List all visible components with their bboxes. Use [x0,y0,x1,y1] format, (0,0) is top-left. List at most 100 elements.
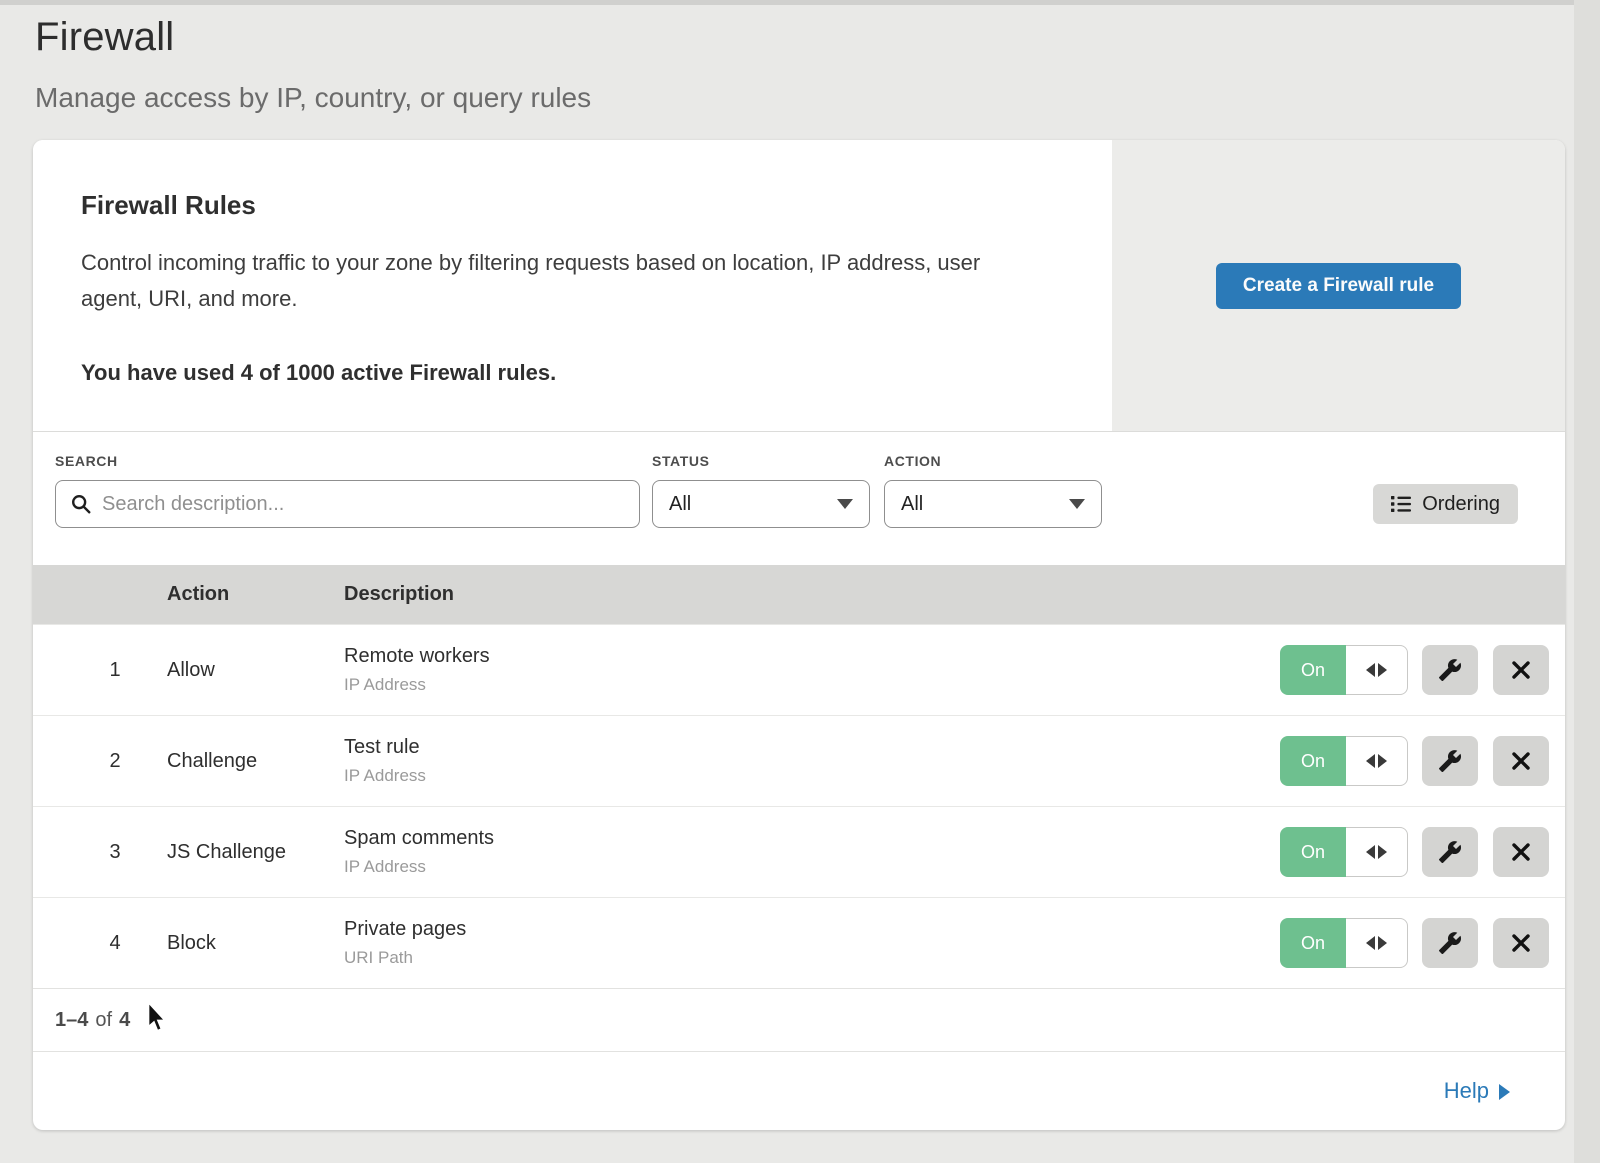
toggle-handle[interactable] [1346,736,1408,786]
table-row: 1 Allow Remote workers IP Address On [33,624,1565,715]
toggle-right-arrow-icon [1378,845,1387,859]
list-ordering-icon [1391,495,1411,513]
toggle-on-label: On [1280,918,1346,968]
toggle-handle[interactable] [1346,918,1408,968]
pagination-bar: 1–4 of 4 [33,988,1565,1051]
wrench-icon [1438,931,1462,955]
table-row: 3 JS Challenge Spam comments IP Address … [33,806,1565,897]
action-label: ACTION [884,453,1102,469]
card-header-text: Firewall Rules Control incoming traffic … [33,140,1112,431]
delete-rule-button[interactable] [1493,645,1549,695]
description-column-header: Description [344,583,1565,606]
rule-enabled-toggle[interactable]: On [1280,645,1408,695]
rule-priority: 2 [33,750,167,773]
page-subtitle: Manage access by IP, country, or query r… [35,82,1565,114]
rule-priority: 3 [33,841,167,864]
card-description: Control incoming traffic to your zone by… [81,245,1041,318]
chevron-down-icon [1069,499,1085,509]
action-select[interactable]: All [884,480,1102,528]
page-title: Firewall [35,15,1565,60]
pagination-total: 4 [119,1009,130,1032]
rule-match-type: IP Address [344,675,1280,695]
close-icon [1510,750,1532,772]
toggle-on-label: On [1280,736,1346,786]
rule-description-title: Spam comments [344,827,1280,850]
rule-priority: 1 [33,659,167,682]
status-select[interactable]: All [652,480,870,528]
ordering-wrap: Ordering [1373,484,1518,524]
table-row: 2 Challenge Test rule IP Address On [33,715,1565,806]
usage-summary: You have used 4 of 1000 active Firewall … [81,360,1052,386]
page-header: Firewall Manage access by IP, country, o… [33,5,1565,114]
toggle-right-arrow-icon [1378,663,1387,677]
toggle-left-arrow-icon [1366,845,1375,859]
edit-rule-button[interactable] [1422,827,1478,877]
status-filter-group: STATUS All [652,453,870,528]
rule-action: Allow [167,659,344,682]
rule-enabled-toggle[interactable]: On [1280,736,1408,786]
right-triangle-icon [1499,1084,1510,1100]
rule-description-title: Test rule [344,736,1280,759]
table-header: Action Description [33,565,1565,624]
search-icon [70,493,92,515]
firewall-page: Firewall Manage access by IP, country, o… [33,5,1565,1130]
search-filter-group: SEARCH [55,453,640,528]
toggle-on-label: On [1280,645,1346,695]
action-column-header: Action [167,583,344,606]
toggle-handle[interactable] [1346,827,1408,877]
pagination-of-label: of [95,1009,112,1032]
rule-description-cell: Remote workers IP Address [344,645,1280,695]
card-footer: Help [33,1051,1565,1130]
rule-action: Block [167,932,344,955]
toggle-handle[interactable] [1346,645,1408,695]
rule-action: Challenge [167,750,344,773]
status-selected-value: All [669,493,691,516]
search-label: SEARCH [55,453,640,469]
rule-controls: On [1280,827,1549,877]
action-selected-value: All [901,493,923,516]
action-filter-group: ACTION All [884,453,1102,528]
window-right-edge [1574,0,1600,1163]
close-icon [1510,659,1532,681]
wrench-icon [1438,840,1462,864]
firewall-rules-card: Firewall Rules Control incoming traffic … [33,140,1565,1130]
toggle-left-arrow-icon [1366,663,1375,677]
edit-rule-button[interactable] [1422,918,1478,968]
help-link-label: Help [1444,1078,1489,1104]
chevron-down-icon [837,499,853,509]
toggle-right-arrow-icon [1378,754,1387,768]
rule-controls: On [1280,645,1549,695]
close-icon [1510,841,1532,863]
card-title: Firewall Rules [81,190,1052,221]
rule-description-cell: Private pages URI Path [344,918,1280,968]
card-header-action-panel: Create a Firewall rule [1112,140,1565,431]
rule-enabled-toggle[interactable]: On [1280,827,1408,877]
help-link[interactable]: Help [1444,1078,1510,1104]
search-input[interactable] [55,480,640,528]
delete-rule-button[interactable] [1493,918,1549,968]
wrench-icon [1438,749,1462,773]
toggle-right-arrow-icon [1378,936,1387,950]
pagination-range: 1–4 [55,1009,88,1032]
filters-bar: SEARCH STATUS All ACTION [33,432,1565,565]
edit-rule-button[interactable] [1422,645,1478,695]
rule-description-cell: Test rule IP Address [344,736,1280,786]
create-firewall-rule-button[interactable]: Create a Firewall rule [1216,263,1461,309]
edit-rule-button[interactable] [1422,736,1478,786]
search-field-wrap [55,480,640,528]
delete-rule-button[interactable] [1493,827,1549,877]
rule-action: JS Challenge [167,841,344,864]
rule-controls: On [1280,736,1549,786]
close-icon [1510,932,1532,954]
delete-rule-button[interactable] [1493,736,1549,786]
rule-match-type: IP Address [344,766,1280,786]
rule-description-cell: Spam comments IP Address [344,827,1280,877]
rule-description-title: Remote workers [344,645,1280,668]
rule-match-type: URI Path [344,948,1280,968]
rule-description-title: Private pages [344,918,1280,941]
rule-enabled-toggle[interactable]: On [1280,918,1408,968]
ordering-button[interactable]: Ordering [1373,484,1518,524]
card-header-section: Firewall Rules Control incoming traffic … [33,140,1565,432]
toggle-left-arrow-icon [1366,754,1375,768]
rule-match-type: IP Address [344,857,1280,877]
